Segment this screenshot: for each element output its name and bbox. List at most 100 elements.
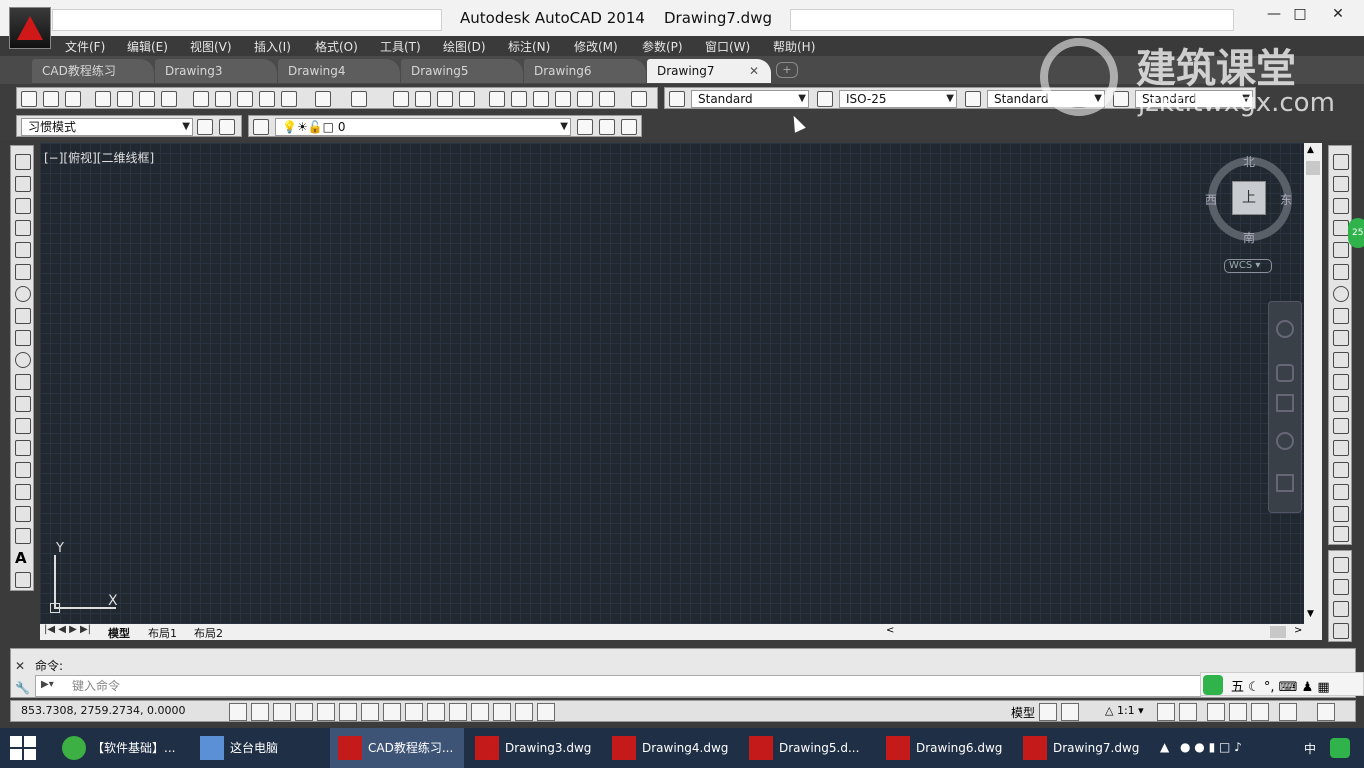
properties-icon[interactable] bbox=[489, 91, 505, 107]
3dosnap-toggle[interactable] bbox=[361, 703, 379, 721]
print-preview-icon[interactable] bbox=[117, 91, 133, 107]
recent-commands-icon[interactable]: ▶▾ bbox=[41, 679, 54, 690]
menu-view[interactable]: 视图(V) bbox=[190, 38, 232, 55]
navigation-bar[interactable] bbox=[1268, 301, 1302, 513]
break-icon[interactable] bbox=[1333, 418, 1349, 434]
selection-cycling-toggle[interactable] bbox=[515, 703, 533, 721]
tab-drawing4[interactable]: Drawing4 bbox=[278, 59, 400, 83]
layout-tab-layout1[interactable]: 布局1 bbox=[148, 625, 177, 641]
markup-icon[interactable] bbox=[577, 91, 593, 107]
move-icon[interactable] bbox=[1333, 264, 1349, 280]
save-icon[interactable] bbox=[65, 91, 81, 107]
3d-print-icon[interactable] bbox=[161, 91, 177, 107]
minimize-button[interactable]: — bbox=[1262, 4, 1286, 24]
workspace-select[interactable]: 习惯模式 ▼ bbox=[21, 118, 193, 136]
compass-south[interactable]: 南 bbox=[1243, 229, 1255, 246]
gradient-icon[interactable] bbox=[15, 484, 31, 500]
wrench-icon[interactable]: 🔧 bbox=[15, 681, 30, 695]
tray-expand-icon[interactable]: ▲ bbox=[1160, 740, 1169, 754]
match-properties-icon[interactable] bbox=[259, 91, 275, 107]
taskbar-item-drawing7[interactable]: Drawing7.dwg bbox=[1015, 728, 1149, 768]
help-icon[interactable] bbox=[631, 91, 647, 107]
extend-icon[interactable] bbox=[1333, 374, 1349, 390]
chamfer-icon[interactable] bbox=[1333, 462, 1349, 478]
layout-nav-icons[interactable]: |◀ ◀ ▶ ▶| bbox=[44, 624, 91, 635]
spline-icon[interactable] bbox=[15, 330, 31, 346]
design-center-icon[interactable] bbox=[511, 91, 527, 107]
menu-draw[interactable]: 绘图(D) bbox=[443, 38, 486, 55]
command-input[interactable]: 键入命令 bbox=[35, 675, 1201, 697]
quick-view-layouts-button[interactable] bbox=[1039, 703, 1057, 721]
quick-access-field[interactable] bbox=[52, 9, 442, 31]
compass-west[interactable]: 西 bbox=[1205, 191, 1217, 208]
vertical-scroll-thumb[interactable] bbox=[1306, 161, 1320, 175]
cursor-coordinates[interactable]: 853.7308, 2759.2734, 0.0000 bbox=[21, 704, 185, 717]
point-icon[interactable] bbox=[15, 440, 31, 456]
layer-states-icon[interactable] bbox=[621, 119, 637, 135]
compass-north[interactable]: 北 bbox=[1243, 153, 1255, 170]
close-icon[interactable]: ✕ bbox=[15, 659, 25, 673]
multileader-style-icon[interactable] bbox=[1113, 91, 1129, 107]
circle-icon[interactable] bbox=[15, 286, 31, 302]
send-to-back-icon[interactable] bbox=[1333, 579, 1349, 595]
osnap-toggle[interactable] bbox=[339, 703, 357, 721]
calculator-icon[interactable] bbox=[599, 91, 615, 107]
layer-select[interactable]: 💡☀🔓□ 0 ▼ bbox=[275, 118, 571, 136]
sheet-set-icon[interactable] bbox=[555, 91, 571, 107]
hardware-acceleration-icon[interactable] bbox=[1251, 703, 1269, 721]
taskbar-item-drawing6[interactable]: Drawing6.dwg bbox=[878, 728, 1012, 768]
transparency-toggle[interactable] bbox=[471, 703, 489, 721]
toolbar-lock-icon[interactable] bbox=[1229, 703, 1247, 721]
annotation-scale-select[interactable]: △ 1:1 ▾ bbox=[1105, 704, 1144, 717]
menu-help[interactable]: 帮助(H) bbox=[773, 38, 815, 55]
taskbar-item-drawing4[interactable]: Drawing4.dwg bbox=[604, 728, 738, 768]
revcloud-icon[interactable] bbox=[15, 308, 31, 324]
make-current-layer-icon[interactable] bbox=[577, 119, 593, 135]
make-block-icon[interactable] bbox=[15, 418, 31, 434]
taskbar-item-this-pc[interactable]: 这台电脑 bbox=[192, 728, 326, 768]
ime-toolbar[interactable]: 五 ☾ °, ⌨ ♟ ▦ bbox=[1200, 672, 1364, 696]
text-style-icon[interactable] bbox=[669, 91, 685, 107]
ducs-toggle[interactable] bbox=[405, 703, 423, 721]
scroll-left-icon[interactable]: < bbox=[886, 625, 894, 636]
ellipse-icon[interactable] bbox=[15, 352, 31, 368]
grid-toggle[interactable] bbox=[273, 703, 291, 721]
add-selected-icon[interactable] bbox=[15, 572, 31, 588]
sogou-ime-icon[interactable] bbox=[1203, 675, 1223, 695]
scale-icon[interactable] bbox=[1333, 308, 1349, 324]
open-file-icon[interactable] bbox=[43, 91, 59, 107]
taskbar-item-software-basics[interactable]: 【软件基础】... bbox=[54, 728, 188, 768]
bring-to-front-icon[interactable] bbox=[1333, 557, 1349, 573]
cut-icon[interactable] bbox=[193, 91, 209, 107]
application-menu-button[interactable] bbox=[9, 7, 51, 49]
bring-above-icon[interactable] bbox=[1333, 601, 1349, 617]
showmotion-icon[interactable] bbox=[1276, 474, 1294, 492]
ortho-toggle[interactable] bbox=[295, 703, 313, 721]
block-editor-icon[interactable] bbox=[281, 91, 297, 107]
join-icon[interactable] bbox=[1333, 440, 1349, 456]
new-file-icon[interactable] bbox=[21, 91, 37, 107]
tab-drawing7[interactable]: Drawing7 ✕ bbox=[647, 59, 771, 83]
fillet-icon[interactable] bbox=[1333, 484, 1349, 500]
array-icon[interactable] bbox=[1333, 242, 1349, 258]
tool-palettes-icon[interactable] bbox=[533, 91, 549, 107]
insert-block-icon[interactable] bbox=[15, 396, 31, 412]
publish-icon[interactable] bbox=[139, 91, 155, 107]
tab-drawing3[interactable]: Drawing3 bbox=[155, 59, 277, 83]
tab-drawing5[interactable]: Drawing5 bbox=[401, 59, 523, 83]
mirror-icon[interactable] bbox=[1333, 198, 1349, 214]
blend-curves-icon[interactable] bbox=[1333, 506, 1349, 522]
taskbar-item-drawing5[interactable]: Drawing5.d... bbox=[741, 728, 875, 768]
model-space-toggle[interactable]: 模型 bbox=[1011, 704, 1035, 721]
clean-screen-icon[interactable] bbox=[219, 119, 235, 135]
windows-start-icon[interactable] bbox=[10, 736, 36, 760]
annotation-monitor-toggle[interactable] bbox=[537, 703, 555, 721]
taskbar-item-drawing3[interactable]: Drawing3.dwg bbox=[467, 728, 601, 768]
erase-icon[interactable] bbox=[1333, 154, 1349, 170]
quick-view-drawings-button[interactable] bbox=[1061, 703, 1079, 721]
workspace-switching-icon[interactable] bbox=[1207, 703, 1225, 721]
viewport-controls[interactable]: [−][俯视][二维线框] bbox=[44, 149, 154, 166]
infer-constraints-toggle[interactable] bbox=[229, 703, 247, 721]
tab-drawing6[interactable]: Drawing6 bbox=[524, 59, 646, 83]
undo-icon[interactable] bbox=[315, 91, 331, 107]
